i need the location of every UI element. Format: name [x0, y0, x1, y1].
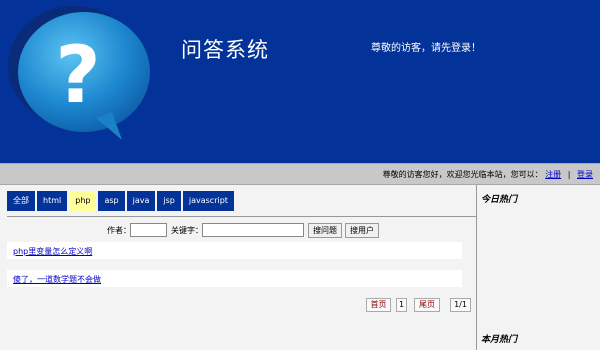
search-bar: 作者： 关键字： 搜问题 搜用户	[0, 222, 476, 240]
tab-asp[interactable]: asp	[98, 191, 125, 211]
author-label: 作者：	[107, 226, 131, 235]
tab-php[interactable]: php	[69, 191, 97, 211]
last-page-button[interactable]: 尾页	[414, 298, 440, 312]
svg-text:?: ?	[55, 31, 100, 121]
tab-divider	[7, 216, 476, 217]
welcome-bar: 尊敬的访客您好，欢迎您光临本站，您可以： 注册 | 登录	[0, 163, 600, 185]
tab-java[interactable]: java	[126, 191, 156, 211]
welcome-text-row: 尊敬的访客您好，欢迎您光临本站，您可以： 注册 | 登录	[383, 169, 593, 180]
tab-html[interactable]: html	[37, 191, 68, 211]
sidebar: 今日热门 本月热门	[476, 185, 600, 350]
main-content: 全部 html php asp java jsp javascript 作者： …	[0, 185, 476, 350]
link-separator: |	[567, 170, 571, 179]
site-title: 问答系统	[181, 38, 269, 62]
keyword-input[interactable]	[202, 223, 304, 237]
first-page-button[interactable]: 首页	[366, 298, 391, 312]
search-users-button[interactable]: 搜用户	[345, 223, 379, 238]
current-page-number[interactable]: 1	[396, 298, 407, 312]
question-item: 傻了，一道数学题不会做	[7, 270, 462, 287]
today-hot-heading: 今日热门	[481, 195, 518, 205]
tab-all[interactable]: 全部	[7, 191, 35, 211]
welcome-message: 尊敬的访客您好，欢迎您光临本站，您可以：	[382, 170, 543, 179]
author-input[interactable]	[130, 223, 167, 237]
search-questions-button[interactable]: 搜问题	[308, 223, 342, 238]
site-header: ? 问答系统 尊敬的访客，请先登录！	[0, 0, 600, 163]
keyword-label: 关键字：	[171, 226, 203, 235]
tab-jsp[interactable]: jsp	[157, 191, 181, 211]
question-bubble-logo-icon: ?	[8, 6, 150, 140]
month-hot-heading: 本月热门	[481, 335, 518, 345]
login-link[interactable]: 登录	[577, 170, 593, 179]
register-link[interactable]: 注册	[545, 170, 561, 179]
category-tabs: 全部 html php asp java jsp javascript	[7, 191, 236, 211]
question-link[interactable]: 傻了，一道数学题不会做	[13, 274, 101, 285]
question-link[interactable]: php里变量怎么定义啊	[13, 246, 92, 257]
question-item: php里变量怎么定义啊	[7, 242, 462, 259]
tab-javascript[interactable]: javascript	[182, 191, 234, 211]
page-count: 1/1	[450, 298, 471, 312]
visitor-greeting: 尊敬的访客，请先登录！	[371, 43, 481, 54]
